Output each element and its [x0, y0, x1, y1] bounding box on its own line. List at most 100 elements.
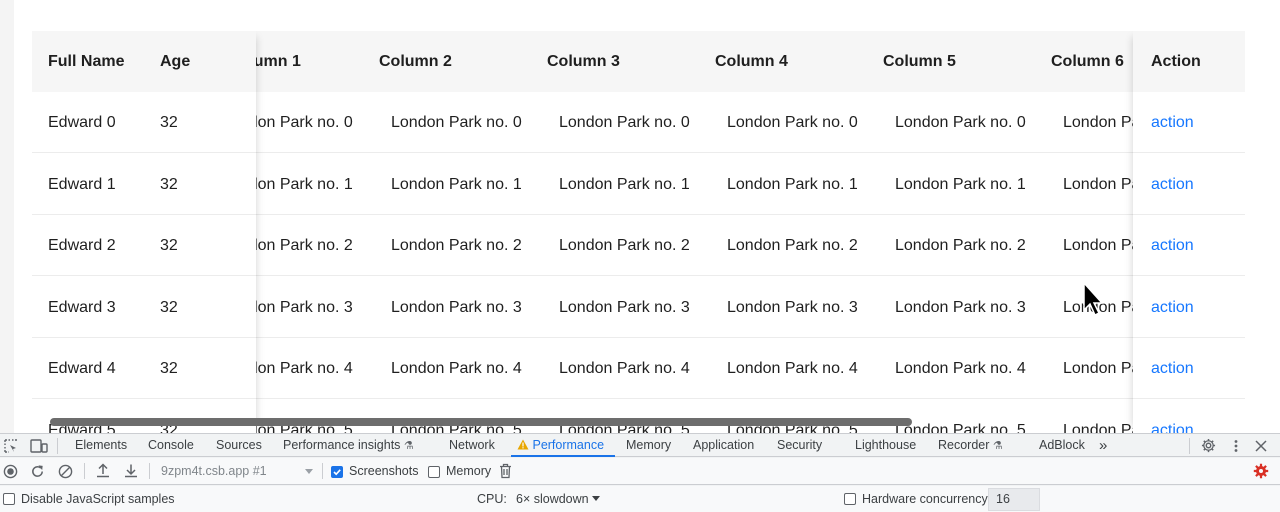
tab-performance[interactable]: Performance [517, 434, 604, 457]
col-header-age: Age [160, 53, 191, 70]
cell-column-1: London Park no. 2 [256, 237, 353, 254]
close-icon[interactable] [1255, 440, 1267, 452]
tab-console[interactable]: Console [148, 434, 194, 457]
inspect-icon[interactable] [4, 439, 18, 453]
table-row-fixed-left: Edward 0 32 [32, 92, 256, 153]
table-row: London Park no. 3 London Park no. 3 London… [256, 277, 1133, 338]
download-icon[interactable] [124, 463, 138, 478]
table-row: London Park no. 4 London Park no. 4 London… [256, 338, 1133, 399]
table-row-fixed-left: Edward 2 32 [32, 215, 256, 276]
table-row-fixed-right: action [1133, 400, 1245, 434]
data-table: Column 1 Column 2 Column 3 Column 4 Colu… [32, 31, 1245, 433]
table-scroll-area[interactable]: Column 1 Column 2 Column 3 Column 4 Colu… [256, 31, 1133, 433]
more-vert-icon[interactable] [1232, 439, 1240, 453]
cell-column-4: London Park no. 5 [727, 421, 858, 434]
cell-column-5: London Park no. 1 [895, 175, 1026, 193]
disable-js-samples-label: Disable JavaScript samples [21, 492, 175, 506]
cell-column-3: London Park no. 5 [559, 421, 690, 434]
clear-icon[interactable] [58, 464, 73, 479]
cell-column-2: London Park no. 3 [391, 298, 522, 316]
tab-memory[interactable]: Memory [626, 434, 671, 457]
action-link[interactable]: action [1151, 400, 1194, 434]
col-header-5: Column 5 [883, 53, 956, 70]
cell-column-4: London Park no. 1 [727, 175, 858, 193]
action-link[interactable]: action [1151, 92, 1194, 153]
hardware-concurrency-checkbox[interactable] [844, 493, 856, 505]
memory-checkbox[interactable] [428, 466, 440, 478]
cell-column-1: London Park no. 3 [256, 298, 353, 316]
more-tabs-button[interactable]: » [1099, 434, 1107, 457]
tab-adblock[interactable]: AdBlock [1039, 434, 1085, 457]
cell-column-3: London Park no. 2 [559, 237, 690, 254]
cell-column-2: London Park no. 5 [391, 421, 522, 434]
cell-column-1: London Park no. 4 [256, 360, 353, 377]
chevron-down-icon [592, 496, 601, 501]
table-row: London Park no. 0 London Park no. 0 London… [256, 92, 1133, 153]
tab-security[interactable]: Security [777, 434, 822, 457]
cell-column-1: London Park no. 0 [256, 114, 353, 131]
warning-icon [517, 439, 529, 450]
memory-label: Memory [446, 464, 492, 478]
trash-icon[interactable] [499, 463, 512, 479]
record-icon[interactable] [3, 464, 18, 479]
screenshots-checkbox[interactable] [331, 466, 343, 478]
tab-elements[interactable]: Elements [75, 434, 127, 457]
tab-network[interactable]: Network [449, 434, 495, 457]
disable-js-samples-checkbox[interactable] [3, 493, 15, 505]
tab-performance-insights[interactable]: Performance insights ⚗ [283, 434, 414, 457]
gear-red-icon[interactable] [1253, 463, 1269, 479]
hardware-concurrency-input[interactable]: 16 [988, 488, 1040, 511]
device-toolbar-icon[interactable] [30, 439, 48, 453]
action-link[interactable]: action [1151, 277, 1194, 338]
chevron-down-icon [305, 469, 313, 474]
cell-column-3: London Park no. 0 [559, 114, 690, 131]
page-left-edge [0, 0, 14, 433]
cell-column-5: London Park no. 4 [895, 360, 1026, 377]
upload-icon[interactable] [96, 463, 110, 478]
action-link[interactable]: action [1151, 215, 1194, 276]
horizontal-scrollbar[interactable] [50, 418, 912, 426]
cell-age: 32 [160, 421, 178, 434]
cell-column-2: London Park no. 4 [391, 360, 522, 377]
table-row-fixed-left: Edward 4 32 [32, 338, 256, 399]
performance-toolbar: 9zpm4t.csb.app #1 Screenshots Memory [0, 458, 1280, 485]
tab-performance-insights-label: Performance insights [283, 438, 401, 452]
cell-column-2: London Park no. 2 [391, 237, 522, 254]
tab-lighthouse[interactable]: Lighthouse [855, 434, 916, 457]
performance-settings-bar: Disable JavaScript samples CPU: 6× slowd… [0, 486, 1280, 512]
action-link[interactable]: action [1151, 338, 1194, 399]
col-header-action: Action [1151, 53, 1201, 70]
cpu-label: CPU: [477, 492, 507, 506]
table-row-fixed-right: action [1133, 215, 1245, 276]
table-row-fixed-left: Edward 3 32 [32, 277, 256, 338]
devtools-panel: Elements Console Sources Performance ins… [0, 433, 1280, 512]
cell-age: 32 [160, 298, 178, 316]
cpu-throttling-select[interactable]: 6× slowdown [516, 492, 601, 506]
cell-full-name: Edward 5 [48, 421, 116, 434]
action-link[interactable]: action [1151, 154, 1194, 215]
cell-column-4: London Park no. 3 [727, 298, 858, 316]
cell-age: 32 [160, 175, 178, 193]
col-header-6: Column 6 [1051, 53, 1124, 70]
tab-application[interactable]: Application [693, 434, 754, 457]
settings-icon[interactable] [1201, 438, 1216, 453]
table-row-fixed-right: action [1133, 154, 1245, 215]
reload-icon[interactable] [30, 464, 45, 479]
cell-column-1: London Park no. 1 [256, 175, 353, 193]
cell-column-3: London Park no. 3 [559, 298, 690, 316]
cell-column-4: London Park no. 2 [727, 237, 858, 254]
table-row-fixed-right: action [1133, 338, 1245, 399]
cell-full-name: Edward 0 [48, 114, 116, 131]
cell-column-2: London Park no. 0 [391, 114, 522, 131]
cell-column-2: London Park no. 1 [391, 175, 522, 193]
cell-column-4: London Park no. 4 [727, 360, 858, 377]
tab-sources[interactable]: Sources [216, 434, 262, 457]
cell-column-3: London Park no. 4 [559, 360, 690, 377]
cell-full-name: Edward 1 [48, 175, 116, 193]
cell-column-6: London Park no. 1 [1063, 175, 1133, 193]
fixed-right-columns: Action action action action action action act… [1133, 31, 1245, 433]
cell-column-6: London Park no. 2 [1063, 237, 1133, 254]
tab-recorder[interactable]: Recorder ⚗ [938, 434, 1003, 457]
cell-column-6: London Park no. 5 [1063, 421, 1133, 434]
recording-target-select[interactable]: 9zpm4t.csb.app #1 [161, 464, 267, 478]
